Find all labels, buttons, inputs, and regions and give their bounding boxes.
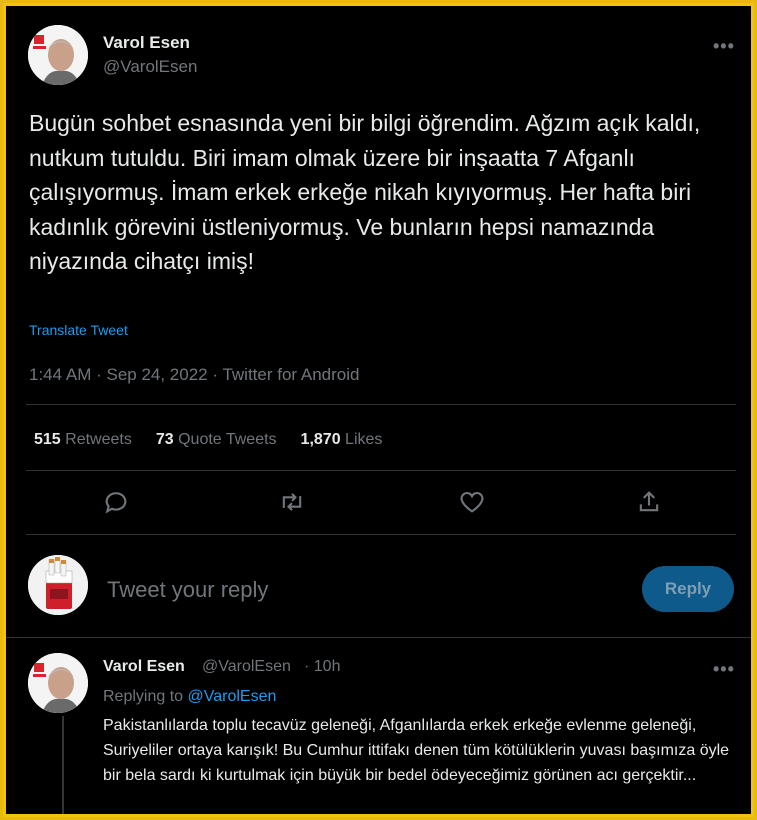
author-name[interactable]: Varol Esen (103, 33, 190, 53)
author-avatar[interactable] (28, 25, 88, 85)
tweet-text: Bugün sohbet esnasında yeni bir bilgi öğ… (29, 110, 701, 274)
divider (26, 470, 736, 471)
retweets-label: Retweets (65, 431, 132, 448)
meta-separator: · (91, 365, 107, 384)
tweet-meta: 1:44 AM · Sep 24, 2022 · Twitter for And… (29, 365, 359, 385)
user-avatar[interactable] (28, 555, 88, 615)
replying-to: Replying to @VarolEsen (103, 688, 276, 706)
quotes-count: 73 (155, 431, 174, 448)
reply-tweet-text: Pakistanlılarda toplu tecavüz geleneği, … (103, 717, 730, 784)
tweet-source[interactable]: Twitter for Android (222, 365, 359, 384)
tweet-stats: 515 Retweets 73 Quote Tweets 1,870 Likes (34, 431, 406, 449)
reply-author-handle[interactable]: @VarolEsen (202, 658, 291, 676)
divider (26, 534, 736, 535)
likes-stat[interactable]: 1,870 Likes (301, 431, 383, 449)
replying-prefix: Replying to (103, 688, 188, 705)
reply-input[interactable]: Tweet your reply (107, 577, 268, 603)
divider (26, 404, 736, 405)
reply-time[interactable]: · 10h (304, 658, 340, 676)
retweets-count: 515 (34, 431, 61, 448)
tweet-time[interactable]: 1:44 AM (29, 365, 91, 384)
retweets-stat[interactable]: 515 Retweets (34, 431, 132, 449)
divider (6, 637, 751, 638)
reply-author-avatar[interactable] (28, 653, 88, 713)
tweet-actions (6, 484, 751, 524)
heart-icon[interactable] (458, 488, 486, 516)
likes-count: 1,870 (300, 431, 341, 448)
thread-line (62, 716, 64, 814)
reply-author-name[interactable]: Varol Esen (103, 658, 185, 676)
share-icon[interactable] (635, 488, 663, 516)
tweet-frame: Varol Esen @VarolEsen ••• Bugün sohbet e… (3, 3, 754, 817)
tweet-date[interactable]: Sep 24, 2022 (106, 365, 207, 384)
more-options-icon[interactable]: ••• (713, 37, 735, 55)
reply-more-options-icon[interactable]: ••• (713, 660, 735, 678)
meta-separator: · (207, 365, 223, 384)
author-handle[interactable]: @VarolEsen (103, 57, 197, 77)
likes-label: Likes (345, 431, 383, 448)
quotes-label: Quote Tweets (178, 431, 277, 448)
retweet-icon[interactable] (278, 488, 306, 516)
quote-tweets-stat[interactable]: 73 Quote Tweets (156, 431, 277, 449)
replying-to-link[interactable]: @VarolEsen (188, 688, 277, 705)
translate-tweet-link[interactable]: Translate Tweet (29, 322, 128, 338)
comment-icon[interactable] (102, 488, 130, 516)
reply-button[interactable]: Reply (642, 566, 734, 612)
